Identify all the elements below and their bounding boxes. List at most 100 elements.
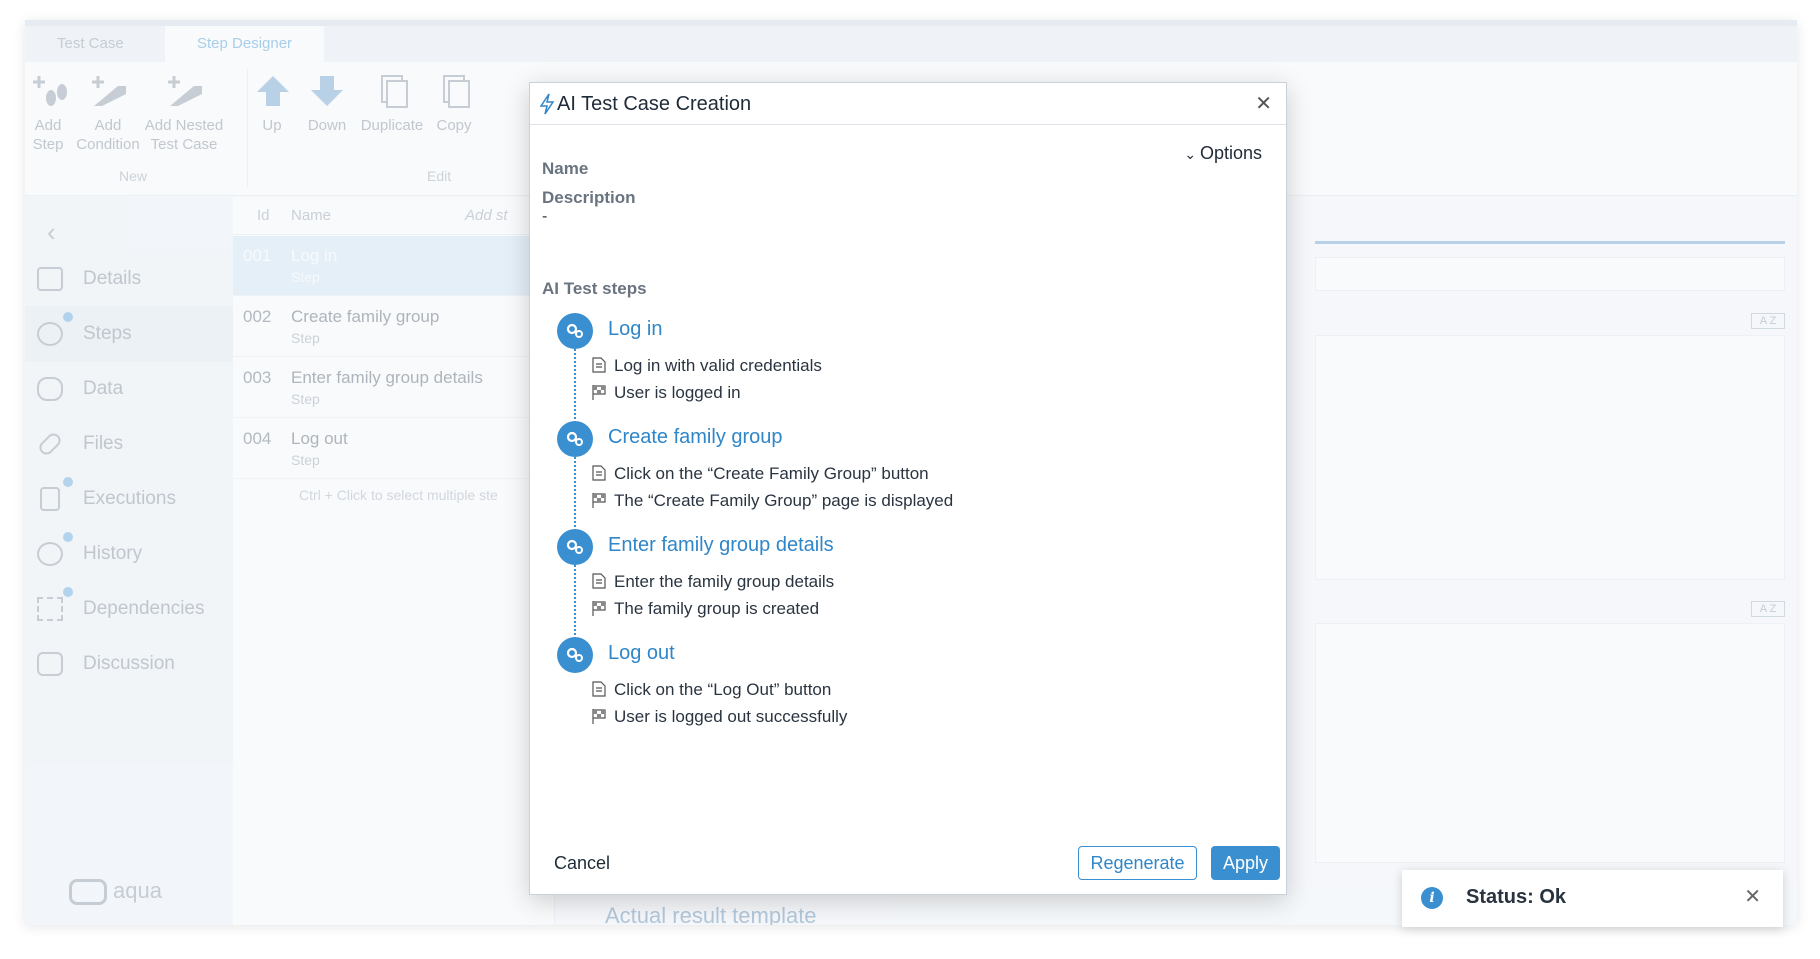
sidebar-item-steps[interactable]: Steps — [25, 306, 233, 362]
up-button[interactable]: Up — [253, 72, 291, 135]
group-new-label: New — [119, 168, 148, 184]
row-type: Step — [291, 452, 320, 468]
notification-dot — [63, 587, 73, 597]
add-nested-label: Add Nested Test Case — [144, 117, 224, 153]
notification-dot — [63, 532, 73, 542]
add-condition-button[interactable]: Add Condition — [73, 72, 143, 154]
duplicate-label: Duplicate — [360, 117, 424, 134]
add-step-link[interactable]: Add st — [465, 197, 508, 235]
checkered-flag-icon — [592, 493, 606, 508]
arrow-down-icon — [311, 76, 343, 106]
sort-az-icon[interactable]: A Z — [1751, 313, 1785, 329]
checkered-flag-icon — [592, 709, 606, 724]
row-id: 003 — [243, 368, 272, 387]
arrow-up-icon — [257, 76, 289, 106]
paperclip-icon — [36, 430, 64, 458]
description-label: Description — [542, 188, 636, 207]
sidebar-item-discussion[interactable]: Discussion — [25, 636, 233, 692]
row-name: Enter family group details — [291, 368, 483, 387]
copy-button[interactable]: Copy — [433, 72, 475, 135]
step-title[interactable]: Log out — [608, 642, 675, 665]
actual-result-label: Actual result template — [605, 903, 817, 925]
sidebar-item-label: Details — [83, 268, 142, 289]
up-label: Up — [262, 117, 282, 134]
sort-az-icon[interactable]: A Z — [1751, 601, 1785, 617]
tab-step-designer[interactable]: Step Designer — [165, 26, 325, 62]
status-text: Status: Ok — [1466, 886, 1567, 908]
down-button[interactable]: Down — [305, 72, 349, 135]
sidebar-item-executions[interactable]: Executions — [25, 471, 233, 527]
step-action: Click on the “Create Family Group” butto… — [592, 464, 929, 484]
row-id: 001 — [243, 246, 272, 265]
ribbon-tabs: Test Case Step Designer — [25, 20, 1797, 62]
ai-steps-label: AI Test steps — [542, 279, 647, 298]
row-name: Create family group — [291, 307, 440, 326]
dialog-title: AI Test Case Creation — [557, 93, 752, 115]
row-name: Log out — [291, 429, 348, 448]
apply-button[interactable]: Apply — [1211, 846, 1280, 880]
notification-dot — [63, 312, 73, 322]
step-title[interactable]: Log in — [608, 318, 663, 341]
table-row[interactable]: 004 Log out Step — [233, 419, 554, 479]
step-action: Log in with valid credentials — [592, 356, 822, 376]
status-toast: i Status: Ok ✕ — [1402, 870, 1783, 927]
badge-text: A Z — [1759, 603, 1777, 615]
add-step-button[interactable]: Add Step — [29, 72, 67, 154]
sidebar-item-history[interactable]: History — [25, 526, 233, 582]
copy-icon — [443, 75, 470, 108]
aqua-logo: aqua — [69, 878, 162, 906]
add-condition-icon — [92, 76, 126, 106]
history-icon — [37, 542, 63, 566]
sidebar-item-label: Files — [83, 433, 124, 454]
sidebar-item-details[interactable]: Details — [25, 251, 233, 307]
step-title[interactable]: Enter family group details — [608, 534, 834, 557]
add-step-icon — [33, 76, 67, 106]
cancel-button[interactable]: Cancel — [554, 853, 610, 874]
add-nested-test-case-button[interactable]: Add Nested Test Case — [141, 72, 227, 154]
back-chevron-icon[interactable]: ‹ — [47, 217, 56, 248]
copy-label: Copy — [436, 117, 472, 134]
tab-test-case[interactable]: Test Case — [25, 26, 156, 62]
options-toggle[interactable]: ⌄ Options — [1184, 143, 1262, 164]
add-condition-label: Add Condition — [76, 117, 140, 153]
step-action-text: Log in with valid credentials — [614, 356, 822, 375]
sidebar-item-label: Steps — [83, 323, 132, 344]
sidebar-item-label: Dependencies — [83, 598, 205, 619]
step-expected-text: The “Create Family Group” page is displa… — [614, 491, 954, 510]
document-icon — [592, 357, 606, 373]
steps-list: Id Name Add st 001 Log in Step 002 Create f… — [233, 197, 555, 925]
sidebar-item-label: History — [83, 543, 143, 564]
duplicate-button[interactable]: Duplicate — [359, 72, 425, 135]
detail-field — [1315, 257, 1785, 291]
chevron-down-icon: ⌄ — [1184, 146, 1200, 162]
sidebar-item-dependencies[interactable]: Dependencies — [25, 581, 233, 637]
step-action: Click on the “Log Out” button — [592, 680, 831, 700]
sidebar-item-label: Data — [83, 378, 124, 399]
multi-select-hint: Ctrl + Click to select multiple ste — [299, 487, 498, 503]
actual-result-template[interactable]: Actual result template — [605, 903, 817, 925]
step-action-text: Click on the “Create Family Group” butto… — [614, 464, 929, 483]
row-type: Step — [291, 330, 320, 346]
sidebar-item-files[interactable]: Files — [25, 416, 233, 472]
close-icon[interactable]: ✕ — [1255, 91, 1272, 116]
step-expected: The family group is created — [592, 599, 820, 619]
document-icon — [592, 465, 606, 481]
clipboard-icon — [40, 487, 60, 511]
group-edit-label: Edit — [427, 168, 452, 184]
table-row[interactable]: 001 Log in Step — [233, 236, 554, 296]
column-name: Name — [291, 207, 332, 224]
down-label: Down — [307, 117, 347, 134]
table-row[interactable]: 003 Enter family group details Step — [233, 358, 554, 418]
step-expected-text: The family group is created — [614, 599, 820, 618]
edit-icon — [37, 267, 63, 291]
steps-icon — [37, 322, 63, 346]
add-nested-icon — [168, 76, 202, 106]
table-row[interactable]: 002 Create family group Step — [233, 297, 554, 357]
expected-panel — [1315, 623, 1785, 863]
regenerate-button[interactable]: Regenerate — [1078, 846, 1197, 880]
ai-test-case-dialog: AI Test Case Creation ✕ ⌄ Options Name D… — [529, 82, 1287, 895]
close-icon[interactable]: ✕ — [1744, 884, 1761, 909]
step-title[interactable]: Create family group — [608, 426, 783, 449]
sidebar-item-data[interactable]: Data — [25, 361, 233, 417]
duplicate-icon — [381, 75, 408, 108]
